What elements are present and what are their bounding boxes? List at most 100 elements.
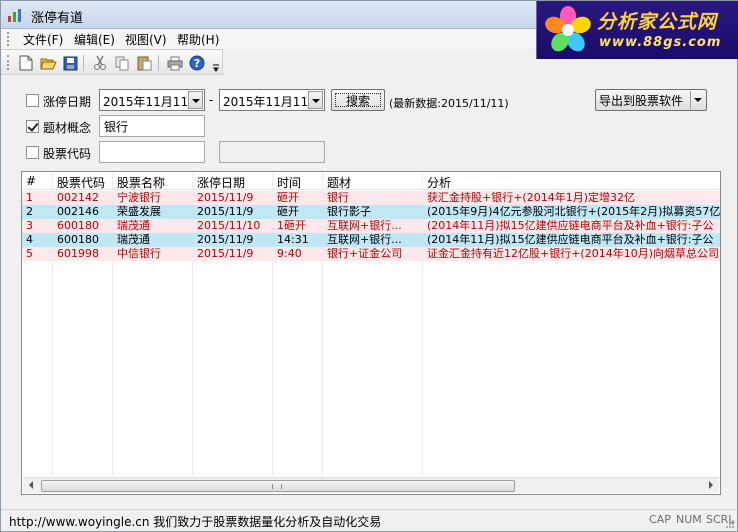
row-name: 中信银行 (117, 247, 161, 260)
row-theme: 银行 (327, 191, 349, 204)
horizontal-scrollbar[interactable] (23, 477, 719, 493)
row-theme: 互联网+银行... (327, 233, 402, 246)
table-row[interactable]: 5 601998 中信银行 2015/11/9 9:40 银行+证金公司 证金汇… (22, 247, 720, 261)
row-analysis: (2014年11月)拟15亿建供应链电商平台及补血+银行:子公 (427, 219, 714, 232)
row-index: 2 (26, 205, 33, 218)
paste-icon[interactable] (135, 54, 153, 72)
date-from-picker[interactable]: 2015年11月11日 (99, 89, 205, 111)
export-button[interactable]: 导出到股票软件 (595, 89, 707, 111)
table-row[interactable]: 4 600180 瑞茂通 2015/11/9 14:31 互联网+银行... (… (22, 233, 720, 247)
cut-icon[interactable] (91, 54, 109, 72)
menu-grip (7, 32, 10, 46)
row-index: 5 (26, 247, 33, 260)
open-folder-icon[interactable] (39, 54, 57, 72)
scroll-right-icon[interactable] (709, 481, 713, 489)
menu-help[interactable]: 帮助(H) (177, 31, 219, 48)
row-time: 1砸开 (277, 219, 306, 232)
row-theme: 银行+证金公司 (327, 247, 403, 260)
column-header-name[interactable]: 股票名称 (117, 174, 165, 191)
latest-data-text: (最新数据:2015/11/11) (389, 97, 509, 110)
resize-grip-icon[interactable] (725, 519, 735, 529)
main-panel: 涨停日期 2015年11月11日 - 2015年11月11日 搜索 (最新数据:… (1, 75, 737, 509)
save-icon[interactable] (61, 54, 79, 72)
toolbar-grip (7, 55, 10, 70)
date-to-value: 2015年11月11日 (223, 95, 321, 109)
scroll-left-icon[interactable] (29, 481, 33, 489)
stock-code-label: 股票代码 (43, 147, 92, 161)
toolbar: ? (1, 49, 223, 75)
row-name: 宁波银行 (117, 191, 161, 204)
help-icon[interactable]: ? (188, 54, 206, 72)
row-index: 1 (26, 191, 33, 204)
column-header-code[interactable]: 股票代码 (57, 174, 105, 191)
app-icon (8, 9, 21, 22)
copy-icon[interactable] (113, 54, 131, 72)
logo-url-text: www.88gs.com (599, 35, 722, 50)
row-code: 600180 (57, 233, 99, 246)
row-name: 瑞茂通 (117, 233, 150, 246)
row-code: 601998 (57, 247, 99, 260)
row-name: 荣盛发展 (117, 205, 161, 218)
chevron-down-icon[interactable] (188, 91, 203, 109)
menu-view[interactable]: 视图(V) (125, 31, 167, 48)
row-time: 14:31 (277, 233, 309, 246)
row-date: 2015/11/9 (197, 205, 254, 218)
column-header-theme[interactable]: 题材 (327, 174, 351, 191)
row-index: 4 (26, 233, 33, 246)
scrollbar-thumb[interactable] (41, 480, 515, 492)
concept-input[interactable]: 银行 (99, 115, 205, 137)
row-code: 002142 (57, 191, 99, 204)
row-date: 2015/11/10 (197, 219, 261, 232)
column-header-date[interactable]: 涨停日期 (197, 174, 245, 191)
stock-code-checkbox[interactable] (26, 146, 39, 159)
window-title: 涨停有道 (31, 11, 84, 26)
row-time: 砸开 (277, 205, 299, 218)
chevron-down-icon[interactable] (308, 91, 323, 109)
date-to-picker[interactable]: 2015年11月11日 (219, 89, 325, 111)
row-name: 瑞茂通 (117, 219, 150, 232)
search-button[interactable]: 搜索 (331, 89, 385, 111)
results-table[interactable]: # 股票代码 股票名称 涨停日期 时间 题材 分析 1 002142 宁波银行 … (21, 171, 721, 495)
row-date: 2015/11/9 (197, 247, 254, 260)
concept-label: 题材概念 (43, 121, 92, 135)
concept-checkbox[interactable] (26, 120, 39, 133)
toolbar-separator (158, 55, 159, 71)
row-analysis: (2015年9月)4亿元参股河北银行+(2015年2月)拟募资57亿 (427, 205, 720, 218)
row-date: 2015/11/9 (197, 233, 254, 246)
stock-code-input[interactable] (99, 141, 205, 163)
row-theme: 银行影子 (327, 205, 371, 218)
row-code: 002146 (57, 205, 99, 218)
status-message: http://www.woyingle.cn 我们致力于股票数据量化分析及自动化… (9, 515, 382, 529)
table-header: # 股票代码 股票名称 涨停日期 时间 题材 分析 (22, 172, 720, 190)
stock-code-extra-field (219, 141, 325, 163)
logo-brand-text: 分析家公式网 (597, 11, 718, 33)
table-row[interactable]: 2 002146 荣盛发展 2015/11/9 砸开 银行影子 (2015年9月… (22, 205, 720, 219)
column-header-time[interactable]: 时间 (277, 174, 301, 191)
menu-edit[interactable]: 编辑(E) (74, 31, 115, 48)
date-range-separator: - (209, 93, 214, 107)
caps-lock-indicator: CAP (649, 513, 671, 526)
limit-date-checkbox[interactable] (26, 94, 39, 107)
row-analysis: 证金汇金持有近12亿股+银行+(2014年10月)向烟草总公司 (427, 247, 720, 260)
date-from-value: 2015年11月11日 (103, 95, 201, 109)
menu-file[interactable]: 文件(F) (23, 31, 63, 48)
chevron-down-icon (694, 98, 702, 102)
row-analysis: 获汇金持股+银行+(2014年1月)定增32亿 (427, 191, 636, 204)
num-lock-indicator: NUM (676, 513, 702, 526)
toolbar-overflow-icon[interactable] (212, 64, 220, 72)
table-row[interactable]: 1 002142 宁波银行 2015/11/9 砸开 银行 获汇金持股+银行+(… (22, 191, 720, 205)
svg-text:?: ? (194, 57, 200, 70)
column-header-analysis[interactable]: 分析 (427, 174, 451, 191)
print-icon[interactable] (166, 54, 184, 72)
table-row[interactable]: 3 600180 瑞茂通 2015/11/10 1砸开 互联网+银行... (2… (22, 219, 720, 233)
flower-logo-icon (545, 6, 591, 52)
new-file-icon[interactable] (17, 54, 35, 72)
export-dropdown[interactable] (690, 91, 705, 109)
row-time: 9:40 (277, 247, 302, 260)
search-button-label: 搜索 (345, 93, 370, 108)
status-bar: http://www.woyingle.cn 我们致力于股票数据量化分析及自动化… (1, 509, 737, 531)
menu-bar: 文件(F) 编辑(E) 视图(V) 帮助(H) (1, 29, 536, 49)
column-header-index[interactable]: # (26, 174, 36, 188)
row-theme: 互联网+银行... (327, 219, 402, 232)
brand-logo: 分析家公式网 www.88gs.com (536, 1, 738, 59)
